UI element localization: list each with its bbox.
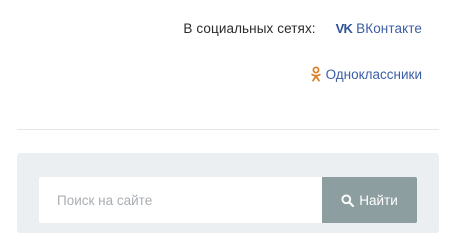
search-button-label: Найти	[359, 192, 398, 208]
social-label: В социальных сетях:	[183, 20, 316, 36]
social-networks: В социальных сетях: VK ВКонтакте	[183, 17, 422, 39]
vk-logo-icon: VK	[335, 20, 353, 36]
vk-label: ВКонтакте	[356, 20, 422, 36]
odnoklassniki-link[interactable]: Одноклассники	[310, 66, 422, 82]
search-form: Найти	[39, 177, 417, 223]
search-panel: Найти	[17, 153, 439, 233]
search-input[interactable]	[39, 177, 322, 223]
search-button[interactable]: Найти	[322, 177, 417, 223]
search-icon	[341, 193, 355, 207]
odnoklassniki-label: Одноклассники	[325, 66, 422, 82]
vk-link[interactable]: VK ВКонтакте	[336, 21, 422, 36]
divider	[17, 129, 439, 130]
ok-row: Одноклассники	[310, 63, 422, 85]
odnoklassniki-icon	[310, 66, 321, 82]
